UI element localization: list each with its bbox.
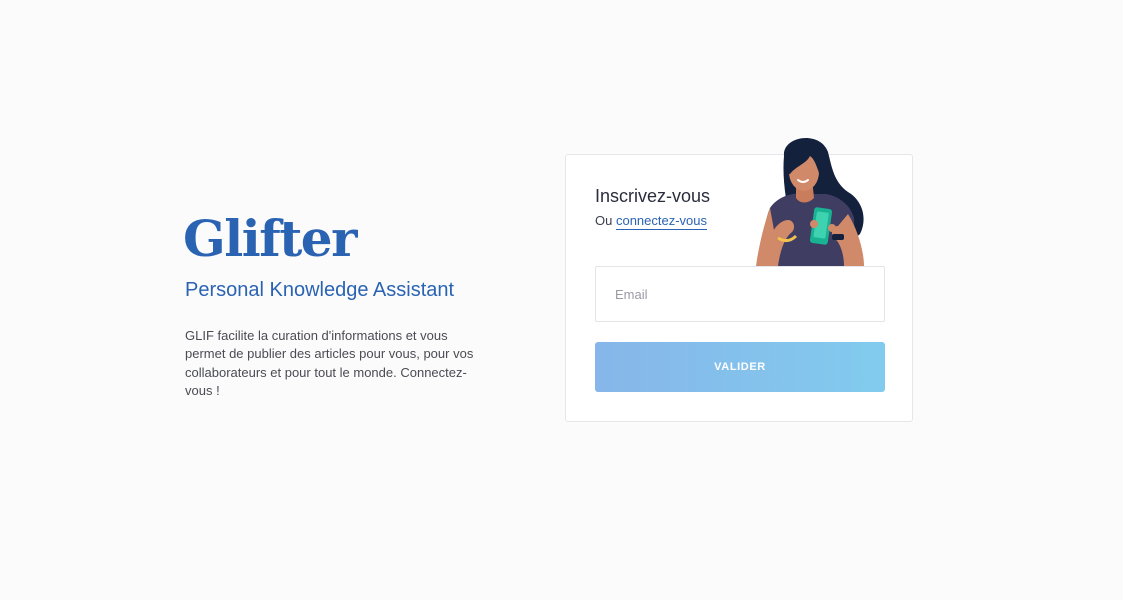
email-field[interactable] [595, 266, 885, 322]
watch-shape [832, 234, 844, 240]
login-link[interactable]: connectez-vous [615, 213, 708, 230]
submit-button[interactable]: VALIDER [595, 342, 885, 392]
login-prompt: Ou connectez-vous [595, 213, 708, 230]
login-prompt-prefix: Ou [595, 213, 613, 228]
brand-description: GLIF facilite la curation d'informations… [185, 328, 474, 398]
brand-tagline: Personal Knowledge Assistant [185, 279, 455, 301]
intro-section: Glifter Personal Knowledge Assistant GLI… [183, 209, 505, 413]
woman-with-phone-illustration [756, 138, 864, 266]
signup-title: Inscrivez-vous [595, 186, 711, 206]
thumb-shape [810, 220, 818, 228]
finger-shape [828, 224, 836, 232]
brand-logo: Glifter [183, 209, 357, 268]
